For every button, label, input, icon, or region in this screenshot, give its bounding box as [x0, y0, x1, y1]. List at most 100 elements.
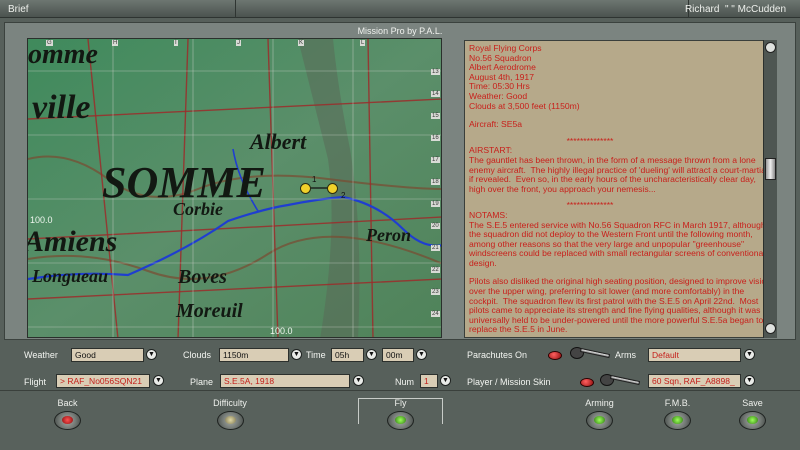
map-town-label: Albert — [250, 129, 307, 154]
grid-letter: L — [360, 40, 366, 46]
weather-field[interactable]: Good — [71, 348, 144, 362]
parachutes-label: Parachutes On — [467, 350, 528, 360]
top-bar: Brief Richard " " McCudden — [0, 0, 800, 18]
pilot-last-name: McCudden — [737, 4, 786, 15]
time-hours-dropdown-icon[interactable]: ▼ — [366, 349, 377, 360]
fmb-button[interactable]: F.M.B. — [650, 398, 705, 430]
arms-label: Arms — [615, 350, 636, 360]
grid-letter: I — [174, 40, 178, 46]
clouds-field[interactable]: 1150m — [219, 348, 289, 362]
map-town-label: Peron — [366, 225, 411, 245]
num-label: Num — [395, 377, 415, 387]
waypoint-number: 2 — [341, 191, 346, 200]
waypoint-marker[interactable] — [327, 183, 338, 194]
parachutes-indicator-light — [548, 351, 562, 360]
map-town-label: Corbie — [173, 199, 224, 219]
map-town-label: Amiens — [27, 225, 118, 258]
waypoint-number: 1 — [312, 175, 317, 184]
time-label: Time — [306, 350, 326, 360]
grid-number: 18 — [431, 179, 440, 185]
grid-number: 19 — [431, 201, 440, 207]
grid-letter: H — [112, 40, 119, 46]
grid-number: 21 — [431, 245, 440, 251]
airstart-text: The gauntlet has been thrown, in the for… — [469, 154, 768, 194]
mission-window: Mission Pro by P.A.L. G H I J K L 13 14 … — [4, 22, 796, 340]
clouds-dropdown-icon[interactable]: ▼ — [291, 349, 302, 360]
flight-dropdown-icon[interactable]: ▼ — [153, 375, 164, 386]
time-hours-field[interactable]: 05h — [331, 348, 364, 362]
plane-field[interactable]: S.E.5A, 1918 — [220, 374, 350, 388]
notams-pilots-text: Pilots also disliked the original high s… — [469, 276, 771, 335]
difficulty-knob-icon — [216, 411, 244, 430]
grid-number: 22 — [431, 267, 440, 273]
save-button[interactable]: Save — [725, 398, 780, 430]
flight-field[interactable]: > RAF_No056SQN21 — [56, 374, 150, 388]
save-button-label: Save — [742, 398, 763, 408]
save-knob-icon — [739, 411, 766, 430]
map-coordinate-x: 100.0 — [270, 326, 293, 336]
map-town-label: Boves — [178, 266, 227, 288]
fmb-button-label: F.M.B. — [664, 398, 691, 408]
briefing-separator: ************** — [566, 200, 614, 211]
briefing-text[interactable]: Royal Flying Corps No.56 Squadron Albert… — [464, 40, 776, 338]
map-town-label: omme — [28, 39, 98, 70]
arms-field[interactable]: Default — [648, 348, 741, 362]
brief-tab-label: Brief — [8, 4, 29, 15]
window-title: Mission Pro by P.A.L. — [357, 26, 443, 36]
scroll-up-icon[interactable] — [765, 42, 776, 53]
num-dropdown-icon[interactable]: ▼ — [440, 375, 451, 386]
back-knob-icon — [54, 411, 81, 430]
notams-text: The S.E.5 entered service with No.56 Squ… — [469, 219, 766, 268]
mission-map[interactable]: G H I J K L 13 14 15 16 17 18 19 20 21 2… — [27, 38, 442, 338]
weather-label: Weather — [24, 350, 58, 360]
scroll-thumb[interactable] — [765, 158, 776, 180]
briefing-separator: ************** — [566, 135, 614, 146]
plane-label: Plane — [190, 377, 214, 387]
fly-button[interactable]: Fly — [373, 398, 428, 430]
pilot-name-quotes: " " — [724, 4, 735, 15]
briefing-scrollbar[interactable] — [763, 40, 777, 338]
skin-field[interactable]: 60 Sqn, RAF_A8898_ — [648, 374, 741, 388]
skin-indicator-light — [580, 378, 594, 387]
pilot-name: Richard " " McCudden — [685, 4, 786, 15]
briefing-aircraft: Aircraft: SE5a — [469, 119, 523, 130]
back-button-label: Back — [57, 398, 78, 408]
map-town-label: ville — [32, 89, 91, 126]
difficulty-button[interactable]: Difficulty — [200, 398, 260, 430]
skin-dropdown-icon[interactable]: ▼ — [744, 375, 755, 386]
map-town-label: Longueau — [32, 266, 109, 286]
grid-number: 13 — [431, 69, 440, 75]
num-field[interactable]: 1 — [420, 374, 438, 388]
grid-letter: K — [298, 40, 305, 46]
grid-number: 14 — [431, 91, 440, 97]
pilot-first-name: Richard — [684, 4, 720, 15]
skin-toggle[interactable] — [600, 373, 642, 387]
brief-tab[interactable]: Brief — [0, 0, 236, 18]
map-coordinate-y: 100.0 — [30, 215, 53, 225]
user-panel: Richard " " McCudden — [236, 0, 800, 18]
grid-letter: J — [236, 40, 241, 46]
time-minutes-dropdown-icon[interactable]: ▼ — [416, 349, 427, 360]
grid-number: 16 — [431, 135, 440, 141]
plane-dropdown-icon[interactable]: ▼ — [353, 375, 364, 386]
back-button[interactable]: Back — [40, 398, 95, 430]
skin-label: Player / Mission Skin — [467, 377, 551, 387]
grid-number: 20 — [431, 223, 440, 229]
arming-knob-icon — [586, 411, 613, 430]
fmb-knob-icon — [664, 411, 691, 430]
grid-number: 23 — [431, 289, 440, 295]
grid-number: 24 — [431, 311, 440, 317]
arms-dropdown-icon[interactable]: ▼ — [744, 349, 755, 360]
parachutes-toggle[interactable] — [570, 346, 612, 360]
scroll-down-icon[interactable] — [765, 323, 776, 334]
arming-button[interactable]: Arming — [572, 398, 627, 430]
weather-dropdown-icon[interactable]: ▼ — [146, 349, 157, 360]
flight-label: Flight — [24, 377, 47, 387]
briefing-header: Royal Flying Corps No.56 Squadron Albert… — [469, 43, 580, 111]
grid-number: 17 — [431, 157, 440, 163]
time-minutes-field[interactable]: 00m — [382, 348, 414, 362]
grid-number: 15 — [431, 113, 440, 119]
waypoint-marker[interactable] — [300, 183, 311, 194]
clouds-label: Clouds — [183, 350, 212, 360]
fly-button-label: Fly — [394, 398, 407, 408]
